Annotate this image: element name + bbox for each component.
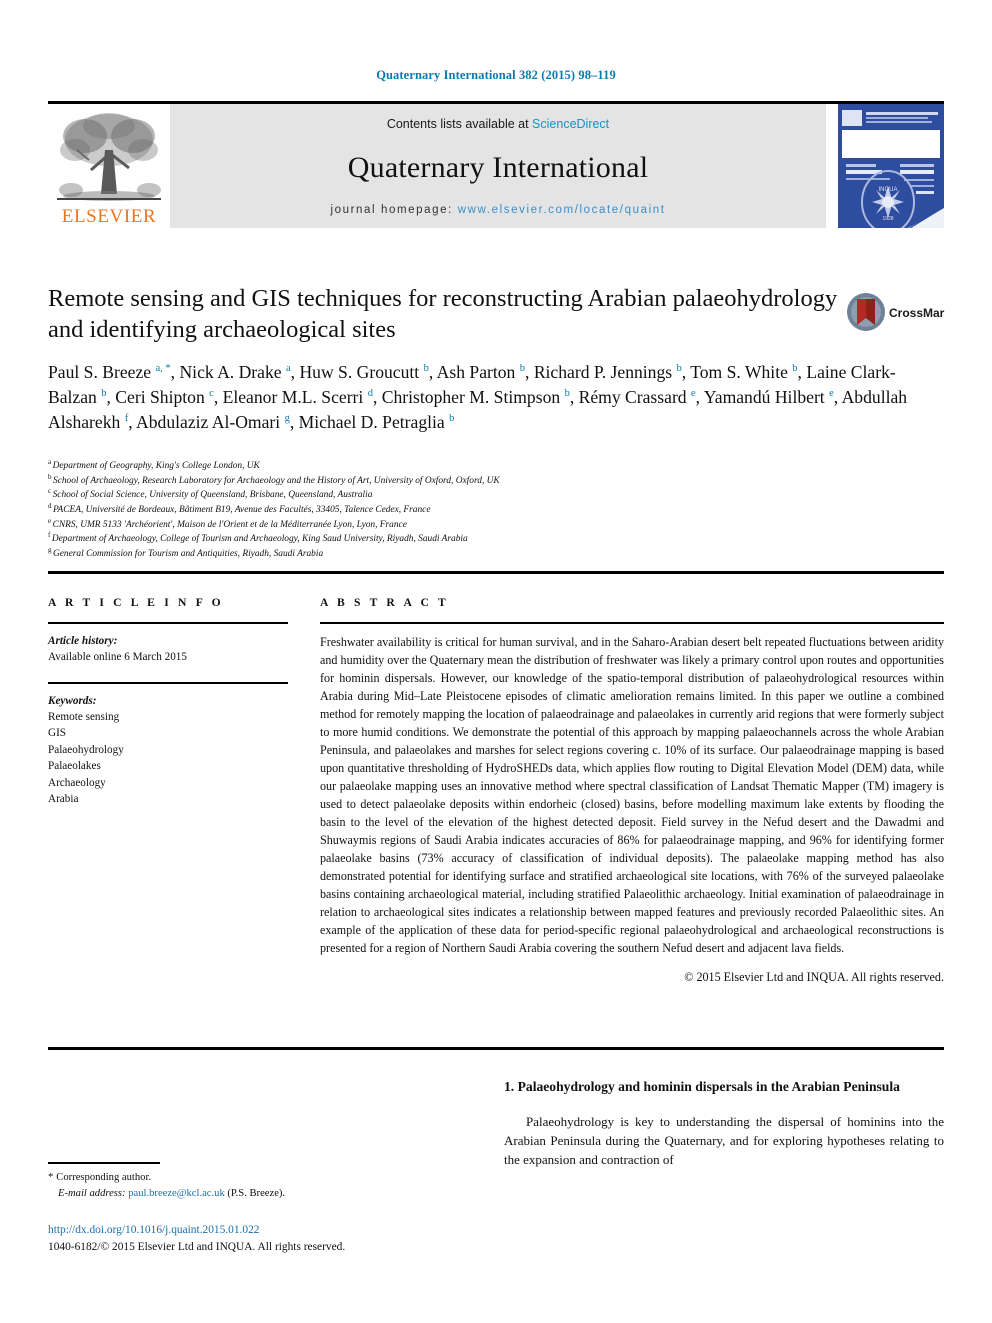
abstract-section-bottom-rule <box>48 1047 944 1050</box>
homepage-url-link[interactable]: www.elsevier.com/locate/quaint <box>458 204 666 216</box>
sciencedirect-link[interactable]: ScienceDirect <box>532 117 609 131</box>
affiliation-mark: b <box>48 472 52 481</box>
keywords-label: Keywords: <box>48 694 97 707</box>
keyword-item: Palaeolakes <box>48 760 101 773</box>
article-info-heading: A R T I C L E I N F O <box>48 596 224 609</box>
section-heading-1: 1. Palaeohydrology and hominin dispersal… <box>504 1079 900 1094</box>
paper-first-page: Quaternary International 382 (2015) 98–1… <box>0 0 992 1323</box>
homepage-label: journal homepage: <box>330 204 453 216</box>
affiliation-item: b School of Archaeology, Research Laborat… <box>48 472 928 489</box>
keyword-item: Archaeology <box>48 776 106 789</box>
abstract-heading: A B S T R A C T <box>320 596 449 609</box>
affiliation-mark: g <box>48 545 52 554</box>
contents-prefix-text: Contents lists available at <box>386 117 533 131</box>
body-right-column: 1. Palaeohydrology and hominin dispersal… <box>504 1078 944 1170</box>
email-owner: (P.S. Breeze). <box>227 1187 286 1199</box>
affiliation-list: a Department of Geography, King's College… <box>48 457 928 562</box>
elsevier-logo: ELSEVIER <box>48 104 170 228</box>
affiliation-text: PACEA, Université de Bordeaux, Bâtiment … <box>53 505 431 516</box>
elsevier-tree-icon <box>57 113 161 201</box>
keywords-list: Remote sensing GIS Palaeohydrology Palae… <box>48 709 288 808</box>
doi-block: http://dx.doi.org/10.1016/j.quaint.2015.… <box>48 1222 548 1256</box>
footnote-block: * Corresponding author. E-mail address: p… <box>48 1170 478 1202</box>
footnote-rule <box>48 1162 160 1164</box>
article-info-column: A R T I C L E I N F O Article history: A… <box>48 596 288 808</box>
abstract-column: A B S T R A C T Freshwater availability … <box>320 596 944 985</box>
title-block: Remote sensing and GIS techniques for re… <box>48 283 848 346</box>
affiliation-text: Department of Geography, King's College … <box>52 461 260 471</box>
affiliation-text: School of Archaeology, Research Laborato… <box>53 475 500 486</box>
corresponding-author-marker: * <box>48 1172 54 1183</box>
email-link[interactable]: paul.breeze@kcl.ac.uk <box>128 1188 225 1199</box>
affiliation-item: g General Commission for Tourism and Anti… <box>48 545 928 562</box>
article-info-rule <box>48 622 288 624</box>
affiliation-item: c School of Social Science, University of… <box>48 488 928 503</box>
author-list: Paul S. Breeze a, *, Nick A. Drake a, Hu… <box>48 362 908 432</box>
journal-header-center: Contents lists available at ScienceDirec… <box>170 104 826 228</box>
journal-cover-thumbnail: INQUA 1928 <box>838 104 944 228</box>
journal-title: Quaternary International <box>347 150 649 184</box>
article-history-value: Available online 6 March 2015 <box>48 651 187 664</box>
affiliation-text: School of Social Science, University of … <box>52 490 373 501</box>
affiliation-item: f Department of Archaeology, College of T… <box>48 532 928 547</box>
abstract-section-top-rule <box>48 571 944 574</box>
affiliation-mark: e <box>48 516 52 525</box>
affiliation-mark: c <box>48 487 52 496</box>
issn-copyright-line: 1040-6182/© 2015 Elsevier Ltd and INQUA.… <box>48 1241 346 1254</box>
keywords-rule <box>48 681 288 684</box>
abstract-text: Freshwater availability is critical for … <box>320 635 944 956</box>
crossmark-badge[interactable]: CrossMark <box>845 289 945 335</box>
svg-text:1928: 1928 <box>882 216 893 222</box>
affiliation-item: d PACEA, Université de Bordeaux, Bâtiment… <box>48 501 928 518</box>
affiliation-mark: a <box>48 457 52 466</box>
affiliation-text: CNRS, UMR 5133 'Archéorient', Maison de … <box>52 519 407 530</box>
keyword-item: GIS <box>48 727 67 740</box>
body-paragraph-1: Palaeohydrology is key to understanding … <box>504 1114 944 1168</box>
journal-homepage-line: journal homepage: www.elsevier.com/locat… <box>330 204 665 216</box>
keyword-item: Palaeohydrology <box>48 743 124 756</box>
corresponding-author-label: Corresponding author. <box>56 1172 152 1183</box>
affiliation-mark: d <box>48 501 52 510</box>
elsevier-wordmark: ELSEVIER <box>61 206 157 227</box>
keyword-item: Arabia <box>48 793 79 806</box>
abstract-rule <box>320 622 944 624</box>
journal-running-head: Quaternary International 382 (2015) 98–1… <box>376 68 616 82</box>
paper-title: Remote sensing and GIS techniques for re… <box>48 285 838 344</box>
email-line: E-mail address: paul.breeze@kcl.ac.uk (P… <box>48 1186 478 1202</box>
affiliation-item: a Department of Geography, King's College… <box>48 457 928 474</box>
abstract-copyright: © 2015 Elsevier Ltd and INQUA. All right… <box>684 970 944 985</box>
affiliation-text: Department of Archaeology, College of To… <box>51 534 468 545</box>
doi-link[interactable]: http://dx.doi.org/10.1016/j.quaint.2015.… <box>48 1222 548 1239</box>
journal-cover-image: INQUA 1928 <box>838 104 944 228</box>
affiliation-item: e CNRS, UMR 5133 'Archéorient', Maison de… <box>48 516 928 533</box>
affiliation-text: General Commission for Tourism and Antiq… <box>53 549 324 560</box>
journal-header-band: ELSEVIER Contents lists available at Sci… <box>48 104 944 228</box>
affiliation-mark: f <box>48 531 51 540</box>
svg-text:CrossMark: CrossMark <box>889 306 945 320</box>
crossmark-icon: CrossMark <box>847 293 945 331</box>
corresponding-author-line: * Corresponding author. <box>48 1170 478 1186</box>
email-label: E-mail address: <box>58 1187 126 1199</box>
article-history-label: Article history: <box>48 635 118 647</box>
keyword-item: Remote sensing <box>48 710 120 723</box>
keywords-block: Keywords: Remote sensing GIS Palaeohydro… <box>48 681 288 808</box>
svg-text:INQUA: INQUA <box>878 187 897 193</box>
contents-available-line: Contents lists available at ScienceDirec… <box>387 117 609 131</box>
